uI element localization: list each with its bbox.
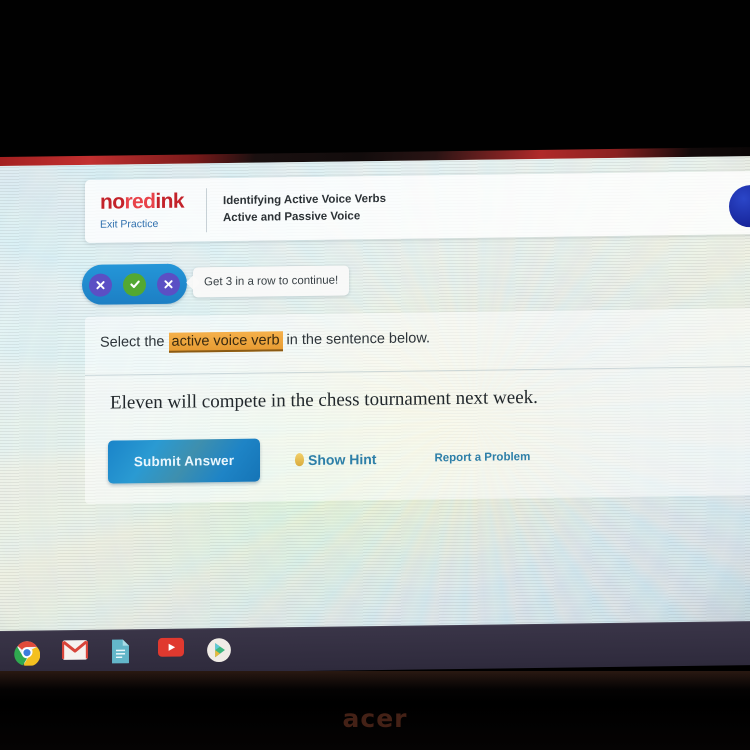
laptop-bezel-top bbox=[0, 0, 750, 158]
prompt-highlight: active voice verb bbox=[168, 331, 283, 353]
exit-practice-link[interactable]: Exit Practice bbox=[100, 217, 206, 231]
laptop-photo: noredink Exit Practice Identifying Activ… bbox=[0, 0, 750, 750]
noredink-logo: noredink bbox=[100, 189, 206, 214]
prompt-text-before: Select the bbox=[100, 333, 169, 351]
progress-pip-correct bbox=[123, 272, 146, 296]
play-store-icon[interactable] bbox=[206, 637, 232, 663]
question-prompt: Select the active voice verb in the sent… bbox=[100, 330, 431, 353]
show-hint-button[interactable]: Show Hint bbox=[295, 451, 376, 468]
noredink-page: noredink Exit Practice Identifying Activ… bbox=[0, 156, 750, 636]
logo-part-red: red bbox=[124, 189, 156, 214]
chrome-icon[interactable] bbox=[14, 639, 41, 667]
acer-brand-logo: acer bbox=[342, 704, 408, 733]
question-sentence[interactable]: Eleven will compete in the chess tournam… bbox=[110, 387, 538, 415]
logo-part-no: no bbox=[100, 190, 125, 214]
laptop-screen: noredink Exit Practice Identifying Activ… bbox=[0, 156, 750, 637]
progress-tooltip-text: Get 3 in a row to continue! bbox=[204, 274, 339, 289]
prompt-text-after: in the sentence below. bbox=[282, 330, 431, 349]
question-card: Select the active voice verb in the sent… bbox=[85, 307, 750, 504]
logo-part-ink: ink bbox=[155, 189, 184, 213]
page-subtitle: Active and Passive Voice bbox=[223, 209, 361, 224]
progress-tooltip: Get 3 in a row to continue! bbox=[193, 265, 350, 298]
progress-pip-wrong-1 bbox=[89, 273, 112, 297]
progress-pip-wrong-2 bbox=[157, 272, 180, 296]
progress-bar bbox=[82, 263, 187, 305]
report-problem-link[interactable]: Report a Problem bbox=[434, 451, 530, 464]
action-row: Submit Answer Show Hint Report a Problem bbox=[108, 435, 530, 484]
page-title: Identifying Active Voice Verbs bbox=[223, 192, 386, 207]
youtube-icon[interactable] bbox=[158, 637, 184, 664]
lightbulb-icon bbox=[295, 453, 304, 467]
bezel-glare bbox=[0, 671, 750, 689]
gmail-icon[interactable] bbox=[62, 639, 88, 665]
card-divider bbox=[85, 365, 750, 376]
show-hint-label: Show Hint bbox=[308, 450, 377, 468]
brand-block: noredink Exit Practice bbox=[85, 187, 207, 234]
submit-answer-button[interactable]: Submit Answer bbox=[108, 438, 260, 484]
taskbar-shelf bbox=[0, 621, 750, 675]
assignment-titles: Identifying Active Voice Verbs Active an… bbox=[207, 191, 386, 227]
app-header: noredink Exit Practice Identifying Activ… bbox=[85, 170, 750, 243]
google-docs-icon[interactable] bbox=[110, 638, 136, 664]
